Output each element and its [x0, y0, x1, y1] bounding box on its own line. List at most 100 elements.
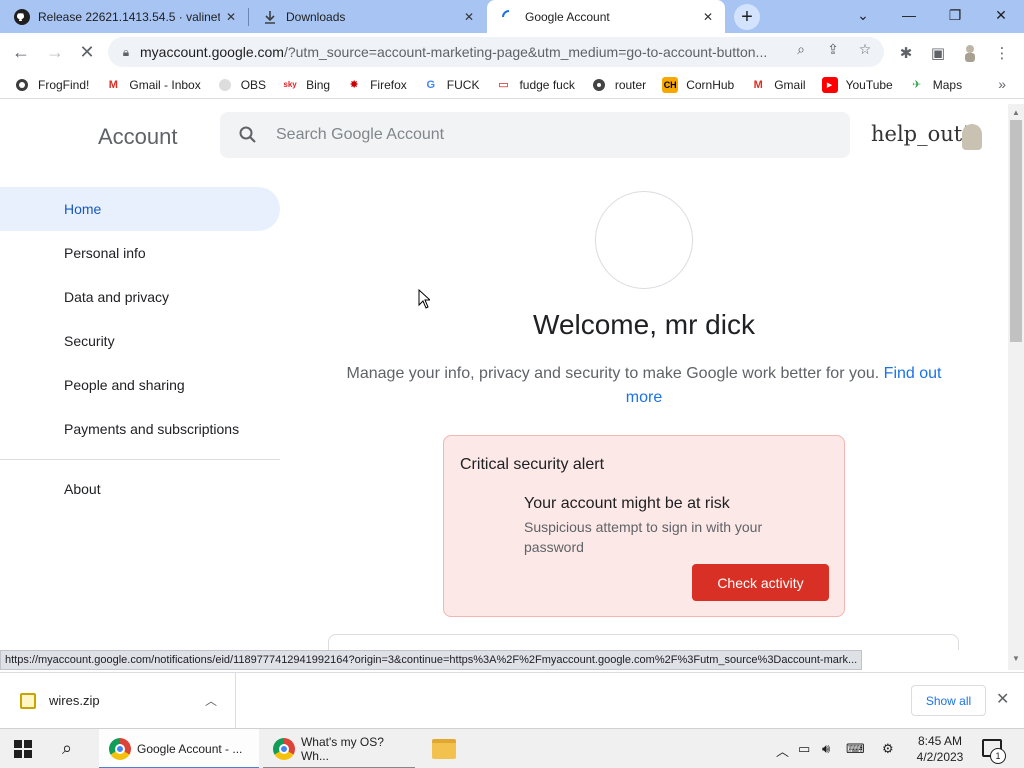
bookmark-label: router	[614, 77, 647, 92]
bookmark-router[interactable]: router	[591, 77, 646, 93]
scroll-down-arrow-icon[interactable]: ▼	[1008, 654, 1024, 663]
subtitle-text: Manage your info, privacy and security t…	[346, 365, 880, 382]
sidebar-item-data-and-privacy[interactable]: Data and privacy	[0, 275, 280, 319]
tab-google-account[interactable]: Google Account ✕	[487, 0, 725, 33]
bookmarks-overflow-chevron-icon[interactable]: »	[998, 76, 1006, 92]
tab-title: Google Account	[525, 9, 610, 24]
url-path: /?utm_source=account-marketing-page&utm_…	[283, 44, 768, 60]
search-google-account-field[interactable]: Search Google Account	[220, 112, 850, 158]
tab-title: Downloads	[286, 9, 346, 24]
windows-start-icon[interactable]	[14, 740, 32, 758]
chevron-up-icon[interactable]: ︿	[199, 692, 223, 709]
search-icon[interactable]: ⌕	[62, 738, 72, 759]
toolbar: ← → ✕ 🔒︎ myaccount.google.com/?utm_sourc…	[0, 33, 1024, 71]
restore-icon[interactable]: ❐	[932, 0, 978, 30]
taskbar-whats-my-os[interactable]: What's my OS? Wh...	[263, 729, 415, 768]
search-icon[interactable]: ⌕	[792, 40, 810, 58]
clock[interactable]: 8:45 AM 4/2/2023	[910, 733, 970, 765]
notification-count-badge: 1	[990, 748, 1006, 764]
sidebar-item-security[interactable]: Security	[0, 319, 280, 363]
address-bar[interactable]: 🔒︎ myaccount.google.com/?utm_source=acco…	[108, 37, 884, 67]
scrollbar-thumb[interactable]	[1010, 120, 1022, 342]
side-panel-icon[interactable]: ▣	[928, 43, 948, 63]
close-icon[interactable]: ✕	[220, 6, 242, 28]
window-close-icon[interactable]: ✕	[978, 0, 1024, 30]
bookmark-fudge-fuck[interactable]: ▭ fudge fuck	[495, 77, 575, 93]
bookmark-label: Firefox	[370, 77, 407, 92]
bookmark-star-icon[interactable]: ☆	[856, 40, 874, 58]
page-scrollbar[interactable]: ▲ ▼	[1008, 104, 1024, 670]
share-icon[interactable]: ⇪	[824, 40, 842, 58]
maps-icon: ✈	[912, 79, 922, 91]
forward-arrow-icon[interactable]: →	[42, 39, 68, 65]
settings-gear-icon[interactable]: ⚙	[882, 741, 894, 757]
bookmark-label: OBS	[240, 77, 267, 92]
back-arrow-icon[interactable]: ←	[8, 39, 34, 65]
show-all-button[interactable]: Show all	[911, 685, 986, 716]
bing-icon: sky	[283, 80, 297, 89]
bookmark-label: Gmail	[774, 77, 806, 92]
google-icon: G	[426, 78, 436, 91]
taskbar-google-account[interactable]: Google Account - ...	[99, 729, 259, 768]
download-filename: wires.zip	[49, 693, 100, 708]
tab-search-chevron-icon[interactable]: ⌄	[840, 0, 886, 30]
download-item[interactable]: wires.zip ︿	[0, 673, 236, 728]
bookmark-frogfind[interactable]: FrogFind!	[14, 77, 89, 93]
sidebar-item-home[interactable]: Home	[0, 187, 280, 231]
extensions-puzzle-icon[interactable]: ✱	[896, 43, 916, 63]
scroll-up-arrow-icon[interactable]: ▲	[1008, 108, 1024, 117]
menu-kebab-icon[interactable]: ⋮	[992, 43, 1012, 63]
check-activity-button[interactable]: Check activity	[692, 564, 829, 601]
url-host: myaccount.google.com	[140, 44, 284, 60]
bookmark-label: Gmail - Inbox	[129, 77, 201, 92]
clock-time: 8:45 AM	[917, 734, 963, 748]
bookmark-youtube[interactable]: ▶ YouTube	[821, 76, 893, 93]
zip-file-icon	[20, 692, 36, 709]
tray-overflow-chevron-icon[interactable]: ︿	[776, 741, 789, 760]
search-placeholder: Search Google Account	[276, 126, 445, 143]
bookmark-obs[interactable]: OBS	[217, 77, 266, 93]
bookmark-firefox[interactable]: ✸ Firefox	[346, 77, 407, 93]
network-icon[interactable]: ▭	[798, 741, 810, 757]
sidebar-item-about[interactable]: About	[0, 467, 280, 511]
chrome-icon	[273, 738, 295, 760]
sidebar-item-personal-info[interactable]: Personal info	[0, 231, 280, 275]
sidebar-item-payments-and-subscriptions[interactable]: Payments and subscriptions	[0, 407, 280, 451]
bookmark-maps[interactable]: ✈ Maps	[909, 77, 962, 93]
loading-spinner-icon	[501, 9, 517, 25]
minimize-icon[interactable]: —	[886, 0, 932, 30]
bookmark-gmail-inbox[interactable]: M Gmail - Inbox	[105, 77, 201, 93]
file-explorer-icon[interactable]	[432, 739, 456, 759]
close-icon[interactable]: ✕	[458, 6, 480, 28]
bookmark-label: FrogFind!	[38, 77, 90, 92]
frogfind-icon	[14, 77, 30, 93]
firefox-icon: ✸	[349, 79, 359, 91]
stop-loading-icon[interactable]: ✕	[74, 39, 100, 65]
tab-title: Release 22621.1413.54.5 · valinet	[38, 9, 220, 24]
profile-avatar-icon[interactable]	[960, 43, 980, 63]
user-avatar[interactable]	[962, 124, 982, 150]
sidebar-item-people-and-sharing[interactable]: People and sharing	[0, 363, 280, 407]
bookmark-label: Bing	[306, 77, 331, 92]
bookmark-cornhub[interactable]: CH CornHub	[662, 76, 734, 93]
search-icon[interactable]	[220, 126, 276, 144]
youtube-icon: ▶	[821, 76, 838, 93]
bookmark-fuck[interactable]: G FUCK	[423, 77, 480, 93]
critical-security-alert-card: Critical security alert Your account mig…	[443, 435, 845, 617]
tab-github-release[interactable]: Release 22621.1413.54.5 · valinet ✕	[0, 0, 248, 33]
lock-icon[interactable]: 🔒︎	[112, 45, 140, 60]
profile-picture[interactable]	[595, 191, 693, 289]
gmail-icon: M	[108, 78, 118, 91]
sidebar-divider	[0, 459, 280, 460]
url-text: myaccount.google.com/?utm_source=account…	[140, 44, 790, 60]
task-label: What's my OS? Wh...	[300, 735, 384, 763]
tab-downloads[interactable]: Downloads ✕	[248, 0, 486, 33]
close-icon[interactable]: ✕	[697, 6, 719, 28]
new-tab-button[interactable]: +	[734, 4, 760, 30]
volume-icon[interactable]: 🔊︎	[822, 741, 830, 757]
bookmark-gmail[interactable]: M Gmail	[750, 77, 806, 93]
next-card	[328, 634, 959, 650]
close-icon[interactable]: ✕	[996, 689, 1009, 709]
keyboard-icon[interactable]: ⌨	[846, 741, 865, 757]
bookmark-bing[interactable]: sky Bing	[282, 77, 330, 93]
